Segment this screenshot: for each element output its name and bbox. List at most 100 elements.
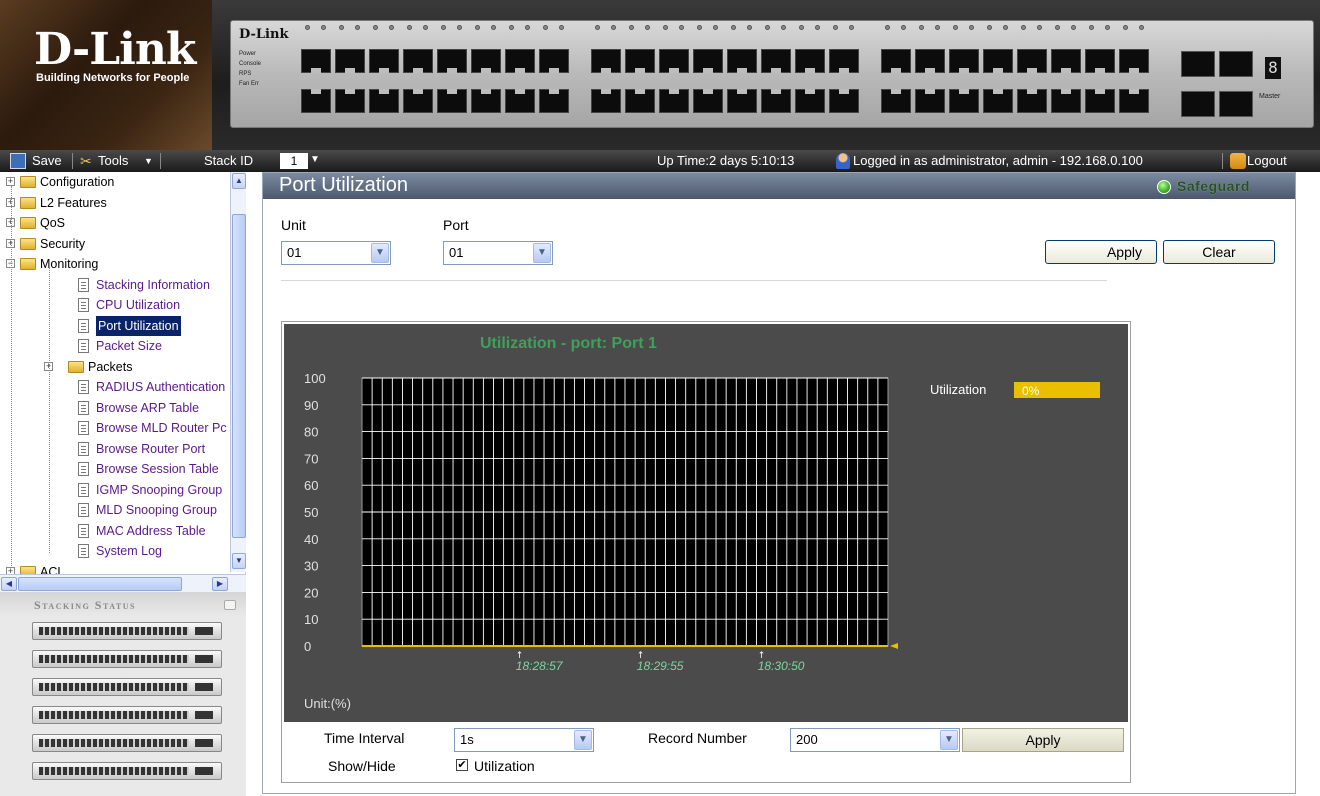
- ethernet-port[interactable]: [625, 49, 655, 73]
- chevron-down-icon[interactable]: ▼: [371, 243, 389, 263]
- tree-item-stacking-information[interactable]: Stacking Information: [0, 275, 228, 295]
- tree-item-cpu-utilization[interactable]: CPU Utilization: [0, 295, 228, 315]
- save-icon[interactable]: [10, 153, 26, 169]
- ethernet-port[interactable]: [761, 49, 791, 73]
- stack-unit-2[interactable]: [32, 650, 222, 668]
- unit-select[interactable]: 01 ▼: [281, 241, 391, 265]
- tree-item-browse-arp-table[interactable]: Browse ARP Table: [0, 398, 228, 418]
- combo-port-48[interactable]: [1219, 91, 1253, 117]
- ethernet-port[interactable]: [505, 49, 535, 73]
- stack-unit-3[interactable]: [32, 678, 222, 696]
- ethernet-port[interactable]: [301, 89, 331, 113]
- restore-icon[interactable]: [224, 600, 236, 610]
- ethernet-port[interactable]: [471, 89, 501, 113]
- ethernet-port[interactable]: [659, 49, 689, 73]
- tree-item-configuration[interactable]: + Configuration: [0, 172, 228, 192]
- scroll-thumb[interactable]: [18, 577, 182, 591]
- tree-item-qos[interactable]: + QoS: [0, 213, 228, 233]
- tree-item-packets[interactable]: + Packets: [0, 357, 228, 377]
- ethernet-port[interactable]: [949, 49, 979, 73]
- clear-button[interactable]: Clear: [1163, 240, 1275, 264]
- ethernet-port[interactable]: [693, 49, 723, 73]
- save-button[interactable]: Save: [32, 153, 62, 169]
- time-interval-select[interactable]: 1s ▼: [454, 728, 594, 752]
- tree-item-monitoring[interactable]: − Monitoring: [0, 254, 228, 274]
- ethernet-port[interactable]: [1119, 49, 1149, 73]
- ethernet-port[interactable]: [505, 89, 535, 113]
- ethernet-port[interactable]: [591, 89, 621, 113]
- chevron-down-icon[interactable]: ▼: [533, 243, 551, 263]
- ethernet-port[interactable]: [727, 49, 757, 73]
- ethernet-port[interactable]: [471, 49, 501, 73]
- tools-menu[interactable]: Tools: [98, 153, 128, 169]
- tree-item-mac-address-table[interactable]: MAC Address Table: [0, 521, 228, 541]
- ethernet-port[interactable]: [1085, 49, 1115, 73]
- logout-button[interactable]: Logout: [1247, 153, 1287, 169]
- tools-icon[interactable]: ✂: [80, 153, 96, 169]
- ethernet-port[interactable]: [727, 89, 757, 113]
- ethernet-port[interactable]: [881, 49, 911, 73]
- ethernet-port[interactable]: [625, 89, 655, 113]
- scroll-up-icon[interactable]: ▲: [232, 173, 246, 189]
- chevron-down-icon[interactable]: ▼: [940, 730, 958, 750]
- scroll-right-icon[interactable]: ▶: [212, 577, 228, 591]
- scroll-left-icon[interactable]: ◀: [1, 577, 17, 591]
- ethernet-port[interactable]: [829, 89, 859, 113]
- ethernet-port[interactable]: [829, 49, 859, 73]
- ethernet-port[interactable]: [1085, 89, 1115, 113]
- tree-item-igmp-snooping-group[interactable]: IGMP Snooping Group: [0, 480, 228, 500]
- port-select[interactable]: 01 ▼: [443, 241, 553, 265]
- tree-item-browse-session-table[interactable]: Browse Session Table: [0, 459, 228, 479]
- ethernet-port[interactable]: [539, 49, 569, 73]
- utilization-checkbox[interactable]: ✔: [456, 759, 468, 771]
- ethernet-port[interactable]: [335, 89, 365, 113]
- ethernet-port[interactable]: [761, 89, 791, 113]
- chevron-down-icon[interactable]: ▼: [144, 153, 153, 169]
- ethernet-port[interactable]: [795, 89, 825, 113]
- combo-port-46[interactable]: [1219, 51, 1253, 77]
- stack-unit-5[interactable]: [32, 734, 222, 752]
- apply-button[interactable]: Apply: [1045, 240, 1157, 264]
- ethernet-port[interactable]: [335, 49, 365, 73]
- combo-port-47[interactable]: [1181, 91, 1215, 117]
- safeguard-indicator[interactable]: Safeguard: [1157, 178, 1275, 195]
- tree-horizontal-scrollbar[interactable]: ◀ ▶: [0, 574, 246, 592]
- chevron-down-icon[interactable]: ▼: [574, 730, 592, 750]
- tree-vertical-scrollbar[interactable]: ▲ ▼: [230, 172, 246, 572]
- tree-item-packet-size[interactable]: Packet Size: [0, 336, 228, 356]
- ethernet-port[interactable]: [1119, 89, 1149, 113]
- tree-item-system-log[interactable]: System Log: [0, 541, 228, 561]
- ethernet-port[interactable]: [1051, 49, 1081, 73]
- logout-icon[interactable]: [1230, 153, 1246, 169]
- ethernet-port[interactable]: [693, 89, 723, 113]
- tree-item-mld-snooping-group[interactable]: MLD Snooping Group: [0, 500, 228, 520]
- ethernet-port[interactable]: [403, 49, 433, 73]
- ethernet-port[interactable]: [369, 49, 399, 73]
- combo-port-45[interactable]: [1181, 51, 1215, 77]
- ethernet-port[interactable]: [301, 49, 331, 73]
- tree-item-browse-mld-router-pc[interactable]: Browse MLD Router Pc: [0, 418, 228, 438]
- chart-apply-button[interactable]: Apply: [962, 728, 1124, 752]
- stack-id-select[interactable]: 1: [280, 153, 308, 169]
- ethernet-port[interactable]: [915, 89, 945, 113]
- scroll-thumb[interactable]: [232, 214, 246, 538]
- ethernet-port[interactable]: [949, 89, 979, 113]
- record-number-select[interactable]: 200 ▼: [790, 728, 960, 752]
- stack-unit-6[interactable]: [32, 762, 222, 780]
- ethernet-port[interactable]: [983, 89, 1013, 113]
- stack-unit-4[interactable]: [32, 706, 222, 724]
- ethernet-port[interactable]: [881, 89, 911, 113]
- ethernet-port[interactable]: [1017, 49, 1047, 73]
- ethernet-port[interactable]: [1017, 89, 1047, 113]
- ethernet-port[interactable]: [591, 49, 621, 73]
- ethernet-port[interactable]: [437, 49, 467, 73]
- ethernet-port[interactable]: [539, 89, 569, 113]
- expand-icon[interactable]: +: [6, 177, 15, 186]
- tree-item-security[interactable]: + Security: [0, 234, 228, 254]
- ethernet-port[interactable]: [369, 89, 399, 113]
- ethernet-port[interactable]: [1051, 89, 1081, 113]
- ethernet-port[interactable]: [983, 49, 1013, 73]
- tree-item-l2-features[interactable]: + L2 Features: [0, 193, 228, 213]
- tree-item-port-utilization[interactable]: Port Utilization: [0, 315, 228, 336]
- ethernet-port[interactable]: [795, 49, 825, 73]
